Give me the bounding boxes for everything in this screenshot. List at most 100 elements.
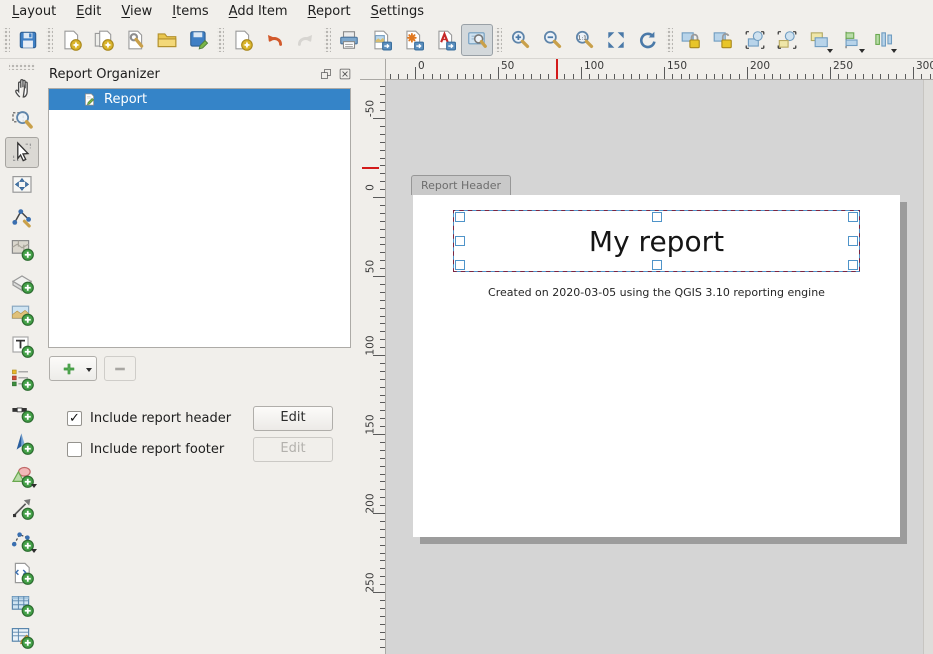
add-picture-button[interactable] bbox=[5, 298, 39, 329]
duplicate-report-button[interactable] bbox=[87, 24, 119, 56]
print-button[interactable] bbox=[333, 24, 365, 56]
ruler-tick bbox=[380, 339, 385, 340]
distribute-items-button[interactable] bbox=[867, 24, 899, 56]
unlock-items-button[interactable] bbox=[707, 24, 739, 56]
pan-layout-button[interactable] bbox=[5, 72, 39, 103]
export-image-button[interactable] bbox=[365, 24, 397, 56]
resize-handle-bottom-left[interactable] bbox=[455, 260, 465, 270]
ruler-tick bbox=[380, 150, 385, 151]
raise-items-button[interactable] bbox=[803, 24, 835, 56]
add-section-button[interactable] bbox=[49, 356, 97, 381]
ruler-tick bbox=[380, 331, 385, 332]
add-icon bbox=[61, 361, 77, 377]
ruler-tick bbox=[380, 458, 385, 459]
ruler-tick bbox=[473, 74, 474, 79]
remove-section-button[interactable] bbox=[104, 356, 136, 381]
ruler-label: 100 bbox=[365, 331, 378, 361]
ruler-corner bbox=[360, 59, 386, 80]
add-label-button[interactable] bbox=[5, 331, 39, 362]
redo-button[interactable] bbox=[290, 24, 322, 56]
save-as-template-button[interactable] bbox=[183, 24, 215, 56]
add-north-arrow-button[interactable] bbox=[5, 428, 39, 459]
ruler-tick bbox=[755, 74, 756, 79]
resize-handle-top-center[interactable] bbox=[652, 212, 662, 222]
add-node-item-button[interactable] bbox=[5, 525, 39, 556]
report-settings-button[interactable] bbox=[119, 24, 151, 56]
resize-handle-top-left[interactable] bbox=[455, 212, 465, 222]
add-arrow-button[interactable] bbox=[5, 492, 39, 523]
add-scalebar-button[interactable] bbox=[5, 395, 39, 426]
page-star-icon bbox=[60, 29, 82, 51]
panel-float-button[interactable] bbox=[318, 66, 334, 82]
add-shape-button[interactable] bbox=[5, 460, 39, 491]
add-3d-map-icon bbox=[10, 270, 34, 294]
vertical-scrollbar[interactable] bbox=[923, 80, 933, 654]
add-fixed-table-button[interactable] bbox=[5, 622, 39, 653]
ruler-tick bbox=[631, 74, 632, 79]
add-html-button[interactable] bbox=[5, 557, 39, 588]
open-report-button[interactable] bbox=[151, 24, 183, 56]
group-items-button[interactable] bbox=[739, 24, 771, 56]
move-item-content-button[interactable] bbox=[5, 169, 39, 200]
ruler-tick bbox=[730, 74, 731, 79]
ruler-tick bbox=[880, 74, 881, 79]
resize-handle-middle-right[interactable] bbox=[848, 236, 858, 246]
export-svg-button[interactable] bbox=[397, 24, 429, 56]
align-items-button[interactable] bbox=[835, 24, 867, 56]
add-picture-icon bbox=[10, 302, 34, 326]
dropdown-caret bbox=[31, 549, 37, 553]
ungroup-items-button[interactable] bbox=[771, 24, 803, 56]
export-pdf-button[interactable] bbox=[429, 24, 461, 56]
ruler-label: -50 bbox=[365, 94, 378, 124]
include-header-checkbox[interactable]: ✓ bbox=[67, 411, 82, 426]
zoom-full-button[interactable] bbox=[600, 24, 632, 56]
horizontal-ruler[interactable]: 050100150200250300 bbox=[386, 59, 933, 80]
add-page-button[interactable] bbox=[226, 24, 258, 56]
menu-settings[interactable]: Settings bbox=[361, 1, 434, 22]
add-legend-button[interactable] bbox=[5, 363, 39, 394]
menu-layout[interactable]: Layout bbox=[2, 1, 66, 22]
undo-button[interactable] bbox=[258, 24, 290, 56]
resize-handle-middle-left[interactable] bbox=[455, 236, 465, 246]
resize-handle-top-right[interactable] bbox=[848, 212, 858, 222]
resize-handle-bottom-center[interactable] bbox=[652, 260, 662, 270]
menu-report[interactable]: Report bbox=[298, 1, 361, 22]
lock-items-button[interactable] bbox=[675, 24, 707, 56]
menu-view[interactable]: View bbox=[111, 1, 162, 22]
add-3d-map-button[interactable] bbox=[5, 266, 39, 297]
add-map-button[interactable] bbox=[5, 234, 39, 265]
report-page[interactable]: My report Created on 2020-03-05 using th… bbox=[413, 195, 900, 537]
zoom-actual-button[interactable]: 1:1 bbox=[568, 24, 600, 56]
vertical-ruler[interactable]: -50050100150200250 bbox=[360, 80, 386, 654]
include-header-label: Include report header bbox=[90, 411, 253, 426]
menu-add-item[interactable]: Add Item bbox=[219, 1, 298, 22]
ruler-tick bbox=[380, 632, 385, 633]
edit-header-button[interactable]: Edit bbox=[253, 406, 333, 431]
edit-footer-button[interactable]: Edit bbox=[253, 437, 333, 462]
ruler-tick bbox=[913, 67, 914, 79]
panel-close-button[interactable] bbox=[337, 66, 353, 82]
panel-header: Report Organizer bbox=[44, 59, 360, 86]
include-footer-checkbox[interactable] bbox=[67, 442, 82, 457]
ruler-label: 150 bbox=[667, 60, 687, 72]
report-tree[interactable]: Report bbox=[48, 88, 351, 348]
ruler-tick bbox=[380, 371, 385, 372]
edit-nodes-item-button[interactable] bbox=[5, 201, 39, 232]
resize-handle-bottom-right[interactable] bbox=[848, 260, 858, 270]
menu-items[interactable]: Items bbox=[162, 1, 218, 22]
selected-label-item[interactable]: My report bbox=[453, 210, 860, 272]
menu-edit[interactable]: Edit bbox=[66, 1, 111, 22]
zoom-region-button[interactable] bbox=[5, 104, 39, 135]
ruler-tick bbox=[531, 74, 532, 79]
ruler-tick bbox=[789, 74, 790, 79]
add-attribute-table-button[interactable] bbox=[5, 589, 39, 620]
refresh-view-button[interactable] bbox=[632, 24, 664, 56]
zoom-tool-settings-button[interactable] bbox=[461, 24, 493, 56]
select-move-item-button[interactable] bbox=[5, 137, 39, 168]
new-report-button[interactable] bbox=[55, 24, 87, 56]
zoom-in-button[interactable] bbox=[504, 24, 536, 56]
tree-item-report[interactable]: Report bbox=[49, 89, 350, 110]
save-project-button[interactable] bbox=[12, 24, 44, 56]
zoom-out-button[interactable] bbox=[536, 24, 568, 56]
layout-viewport[interactable]: Report Header My report Created on 2020-… bbox=[386, 80, 933, 654]
